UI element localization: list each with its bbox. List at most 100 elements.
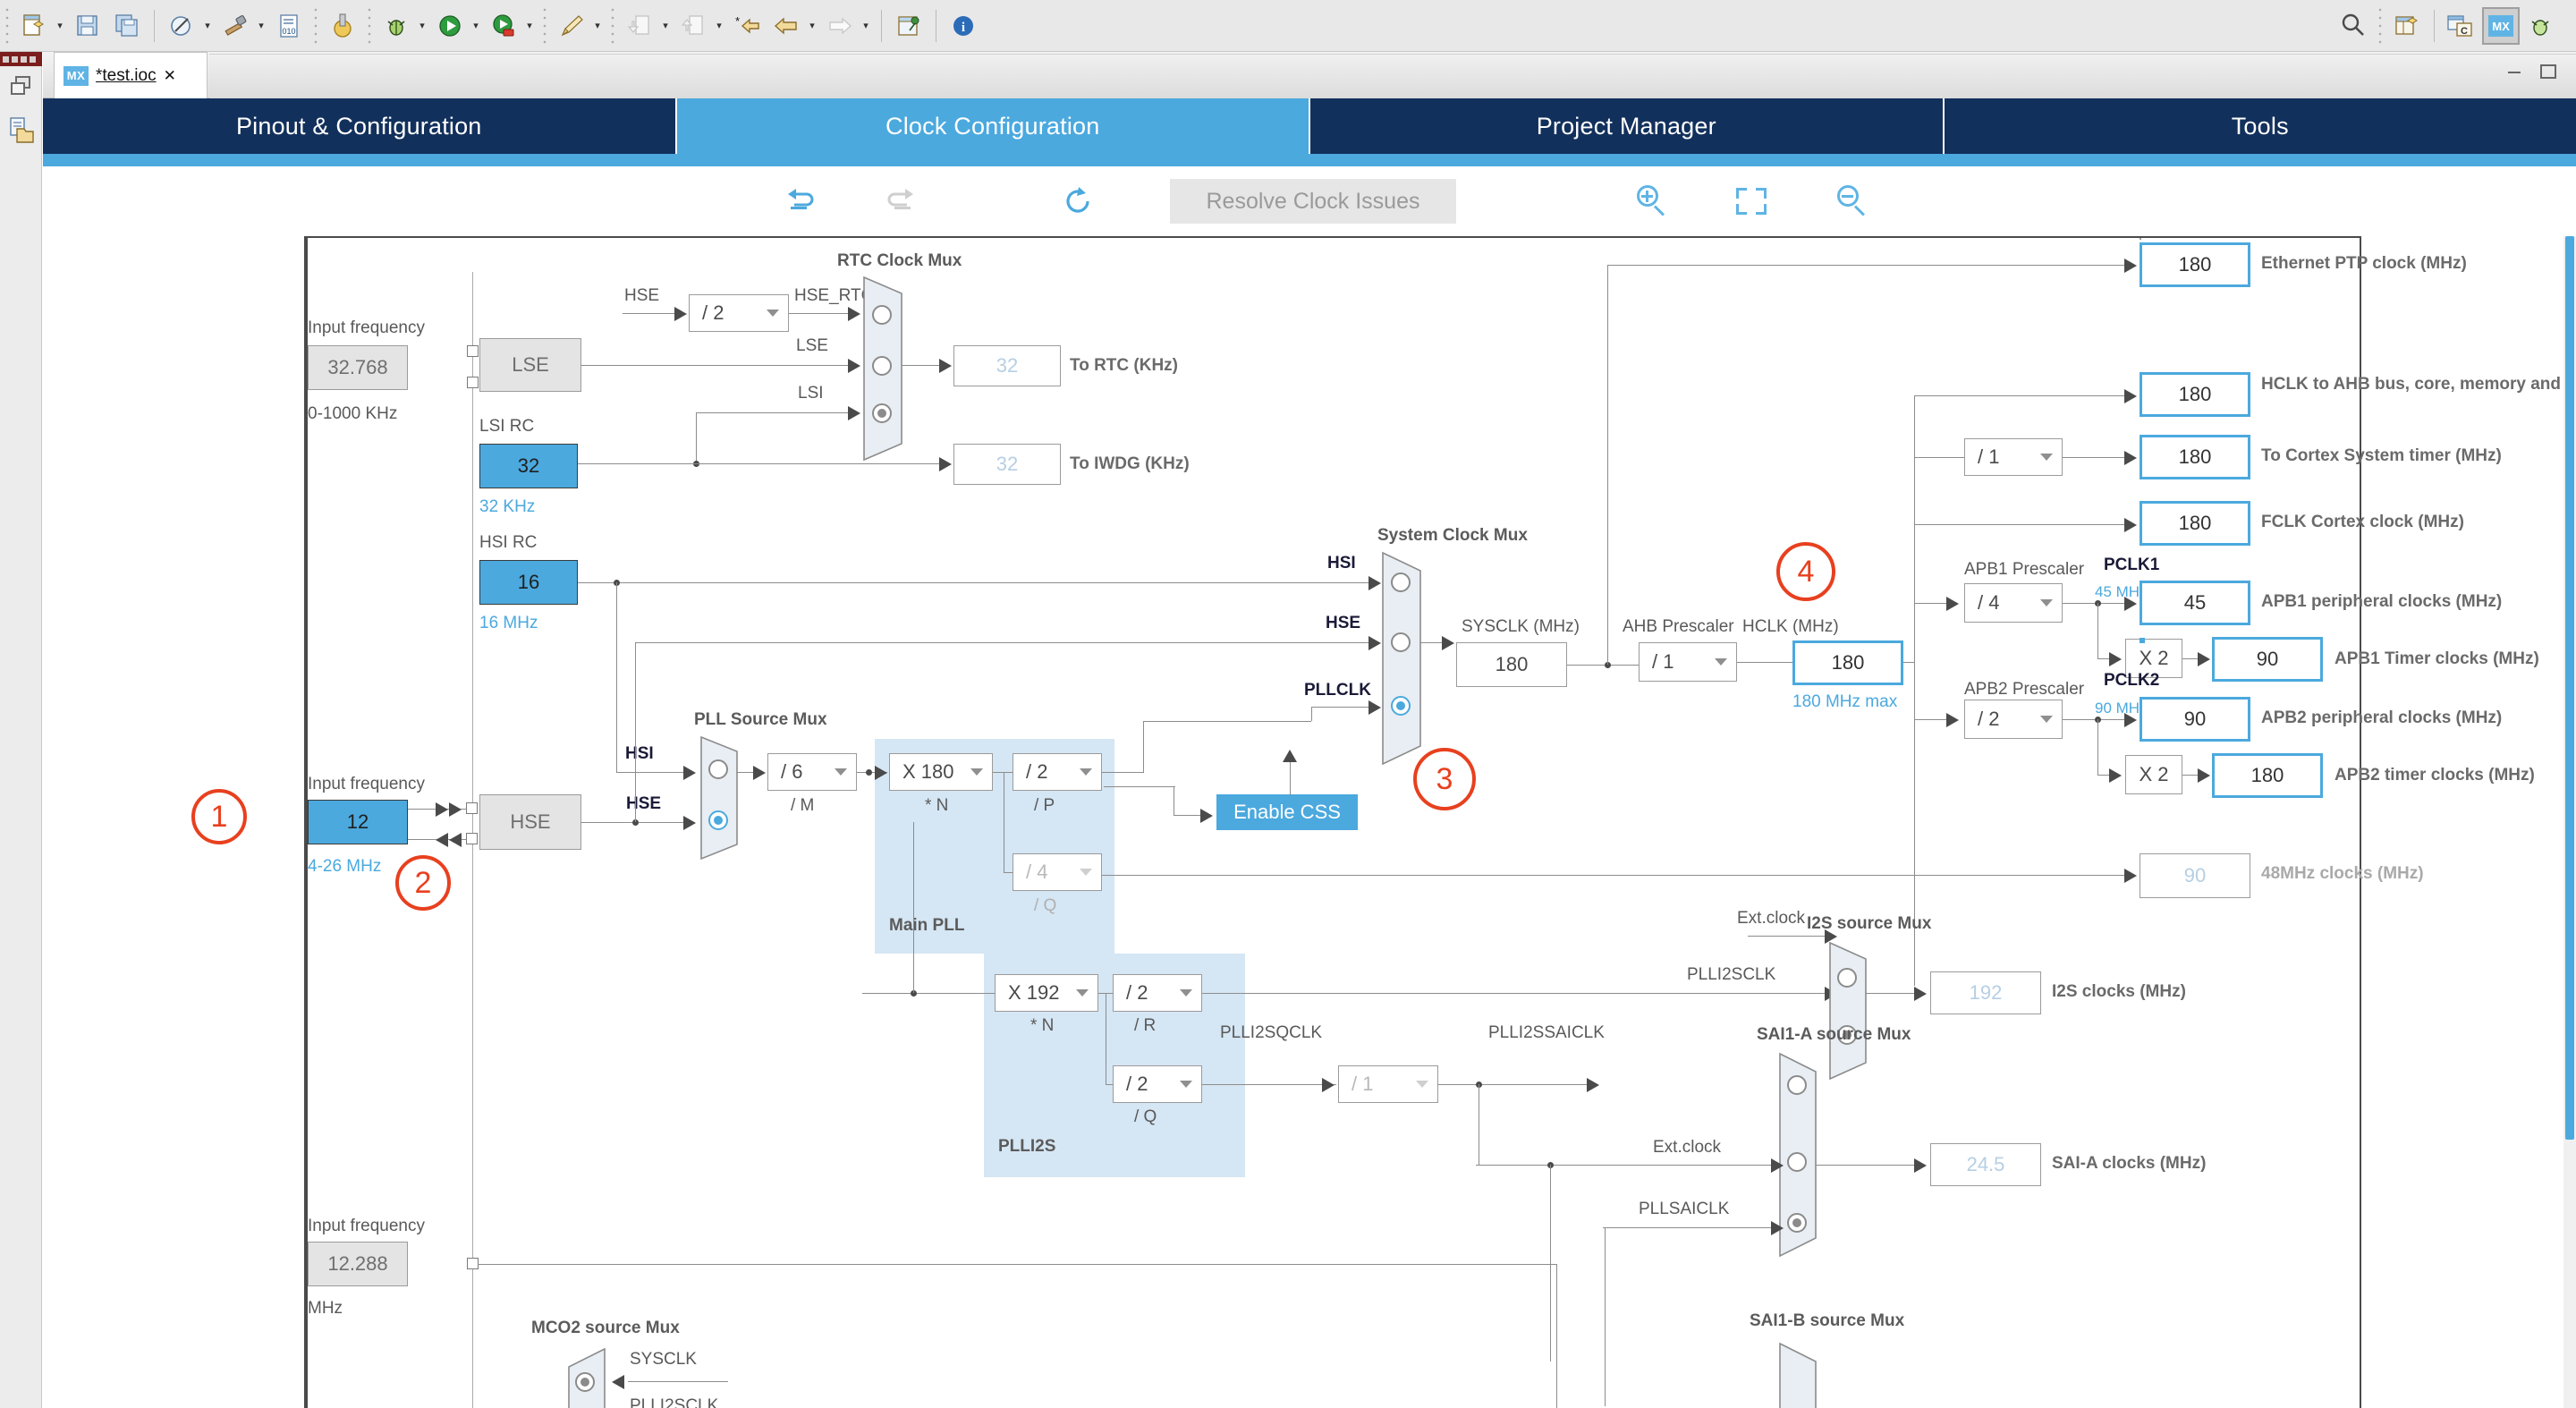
toolbar-grip-2[interactable] (312, 7, 319, 44)
pll-mux-option-hsi[interactable] (708, 759, 728, 779)
maximize-icon[interactable] (2538, 61, 2556, 79)
sysmux-option-hse[interactable] (1391, 632, 1411, 652)
zoom-out-icon[interactable] (1825, 179, 1878, 224)
save-icon[interactable] (69, 7, 106, 45)
perspective-c-icon[interactable]: C (2443, 7, 2480, 45)
i2s-source-mux[interactable] (1828, 941, 1871, 1081)
back-icon[interactable] (767, 7, 805, 45)
lse-input-frequency-field[interactable]: 32.768 (308, 345, 408, 390)
hse-input-frequency-field[interactable]: 12 (308, 800, 408, 844)
info-icon[interactable]: i (945, 7, 982, 45)
tab-pinout-configuration[interactable]: Pinout & Configuration (43, 98, 677, 154)
tab-project-manager[interactable]: Project Manager (1310, 98, 1945, 154)
tab-tools[interactable]: Tools (1944, 98, 2576, 154)
plli2ssai-arrow (1587, 1078, 1599, 1092)
sysmux-option-hsi[interactable] (1391, 573, 1411, 592)
scrollbar-thumb[interactable] (2565, 236, 2574, 1140)
clock-diagram-canvas[interactable]: Input frequency 32.768 0-1000 KHz LSE HS… (43, 236, 2576, 1408)
toolbar-grip-6[interactable] (2377, 7, 2384, 44)
sysclk-value[interactable]: 180 (1456, 642, 1567, 687)
sai1a-source-mux[interactable] (1778, 1052, 1821, 1258)
minimize-icon[interactable] (2506, 61, 2524, 79)
toolbar-grip-4[interactable] (541, 7, 548, 44)
lse-oscillator-block[interactable]: LSE (479, 338, 581, 392)
pll-n-select[interactable]: X 180 (889, 753, 993, 791)
redo-icon[interactable] (873, 179, 927, 224)
back-star-icon[interactable]: * (728, 7, 766, 45)
rtc-mux-option-hse-rtc[interactable] (872, 305, 892, 325)
search-icon[interactable] (2334, 7, 2372, 45)
vertical-scrollbar[interactable] (2563, 236, 2576, 1408)
debug-dropdown-icon[interactable]: ▾ (416, 7, 428, 45)
rtc-clock-mux[interactable] (862, 276, 909, 462)
pin-editor-icon[interactable] (890, 7, 928, 45)
pll-p-select[interactable]: / 2 (1013, 753, 1102, 791)
build-hammer-icon[interactable] (216, 7, 254, 45)
ahb-prescaler-select[interactable]: / 1 (1639, 642, 1737, 682)
cortex-divider-select[interactable]: / 1 (1964, 438, 2063, 476)
hse-oscillator-block[interactable]: HSE (479, 794, 581, 850)
binary-file-icon[interactable]: 010 (270, 7, 308, 45)
i2s-mux-option-ext-clock[interactable] (1837, 968, 1857, 988)
plli2s-n-select[interactable]: X 192 (995, 974, 1098, 1012)
pencil-icon[interactable] (553, 7, 590, 45)
rtc-mux-option-lse[interactable] (872, 356, 892, 376)
run-config-dropdown-icon[interactable]: ▾ (523, 7, 536, 45)
pll-q-select[interactable]: / 4 (1013, 853, 1102, 891)
hse-rtc-divider-select[interactable]: / 2 (689, 294, 789, 332)
pencil-dropdown-icon[interactable]: ▾ (591, 7, 604, 45)
sai1b-source-mux[interactable] (1778, 1342, 1821, 1408)
run-config-icon[interactable] (485, 7, 522, 45)
bottom-input-frequency-field[interactable]: 12.288 (308, 1242, 408, 1286)
sai1a-mux-option-ext-clock[interactable] (1787, 1152, 1807, 1172)
toolbar-grip[interactable] (4, 7, 11, 44)
run-icon[interactable] (431, 7, 469, 45)
pll-source-mux[interactable] (699, 735, 742, 861)
mco2-mux-option-sysclk[interactable] (575, 1372, 595, 1392)
mco2-source-mux[interactable] (564, 1347, 606, 1408)
build-dropdown-icon[interactable]: ▾ (255, 7, 267, 45)
hclk-value[interactable]: 180 (1792, 640, 1903, 685)
new-file-icon[interactable] (15, 7, 53, 45)
sysmux-option-pllclk[interactable] (1391, 696, 1411, 716)
editor-tab-test-ioc[interactable]: MX *test.ioc ✕ (54, 52, 208, 98)
run-dropdown-icon[interactable]: ▾ (470, 7, 482, 45)
toolbar-grip-5[interactable] (609, 7, 616, 44)
save-all-icon[interactable] (108, 7, 146, 45)
compass-dropdown-icon[interactable]: ▾ (201, 7, 214, 45)
toolbar-grip-3[interactable] (366, 7, 373, 44)
perspective-new-icon[interactable] (2388, 7, 2426, 45)
plli2s-r-select[interactable]: / 2 (1113, 974, 1202, 1012)
perspective-debug-icon[interactable] (2521, 7, 2559, 45)
apb1-prescaler-select[interactable]: / 4 (1964, 583, 2063, 623)
new-file-dropdown-icon[interactable]: ▾ (54, 7, 66, 45)
resolve-clock-issues-button[interactable]: Resolve Clock Issues (1170, 179, 1456, 224)
plli2s-q-select[interactable]: / 2 (1113, 1065, 1202, 1103)
lsi-rc-value[interactable]: 32 (479, 444, 578, 488)
pll-mux-option-hse[interactable] (708, 810, 728, 830)
system-clock-mux[interactable] (1381, 551, 1428, 766)
close-icon[interactable]: ✕ (164, 68, 176, 83)
debug-bug-icon[interactable] (377, 7, 415, 45)
left-rail-grip[interactable] (0, 52, 42, 66)
fit-to-window-icon[interactable] (1724, 179, 1778, 224)
apb2-prescaler-select[interactable]: / 2 (1964, 700, 2063, 739)
project-explorer-icon[interactable] (8, 116, 35, 143)
undo-icon[interactable] (775, 179, 828, 224)
enable-css-button[interactable]: Enable CSS (1216, 794, 1358, 830)
back-dropdown-icon[interactable]: ▾ (806, 7, 818, 45)
rtc-mux-option-lsi[interactable] (872, 403, 892, 423)
sai-divider-select[interactable]: / 1 (1338, 1065, 1438, 1103)
sai1a-mux-option-plli2ssaiclk[interactable] (1787, 1075, 1807, 1095)
gear-icon[interactable] (324, 7, 361, 45)
hsi-rc-value[interactable]: 16 (479, 560, 578, 605)
apb2-prescaler-label: APB2 Prescaler (1964, 680, 2085, 699)
tab-clock-configuration[interactable]: Clock Configuration (676, 98, 1310, 154)
pll-m-select[interactable]: / 6 (767, 753, 857, 791)
compass-icon[interactable] (163, 7, 200, 45)
reset-icon[interactable] (1052, 179, 1106, 224)
perspective-mx-icon[interactable]: MX (2482, 6, 2520, 45)
restore-view-icon[interactable] (8, 73, 35, 100)
sai1a-mux-option-pllsaiclk[interactable] (1787, 1213, 1807, 1233)
zoom-in-icon[interactable] (1624, 179, 1678, 224)
